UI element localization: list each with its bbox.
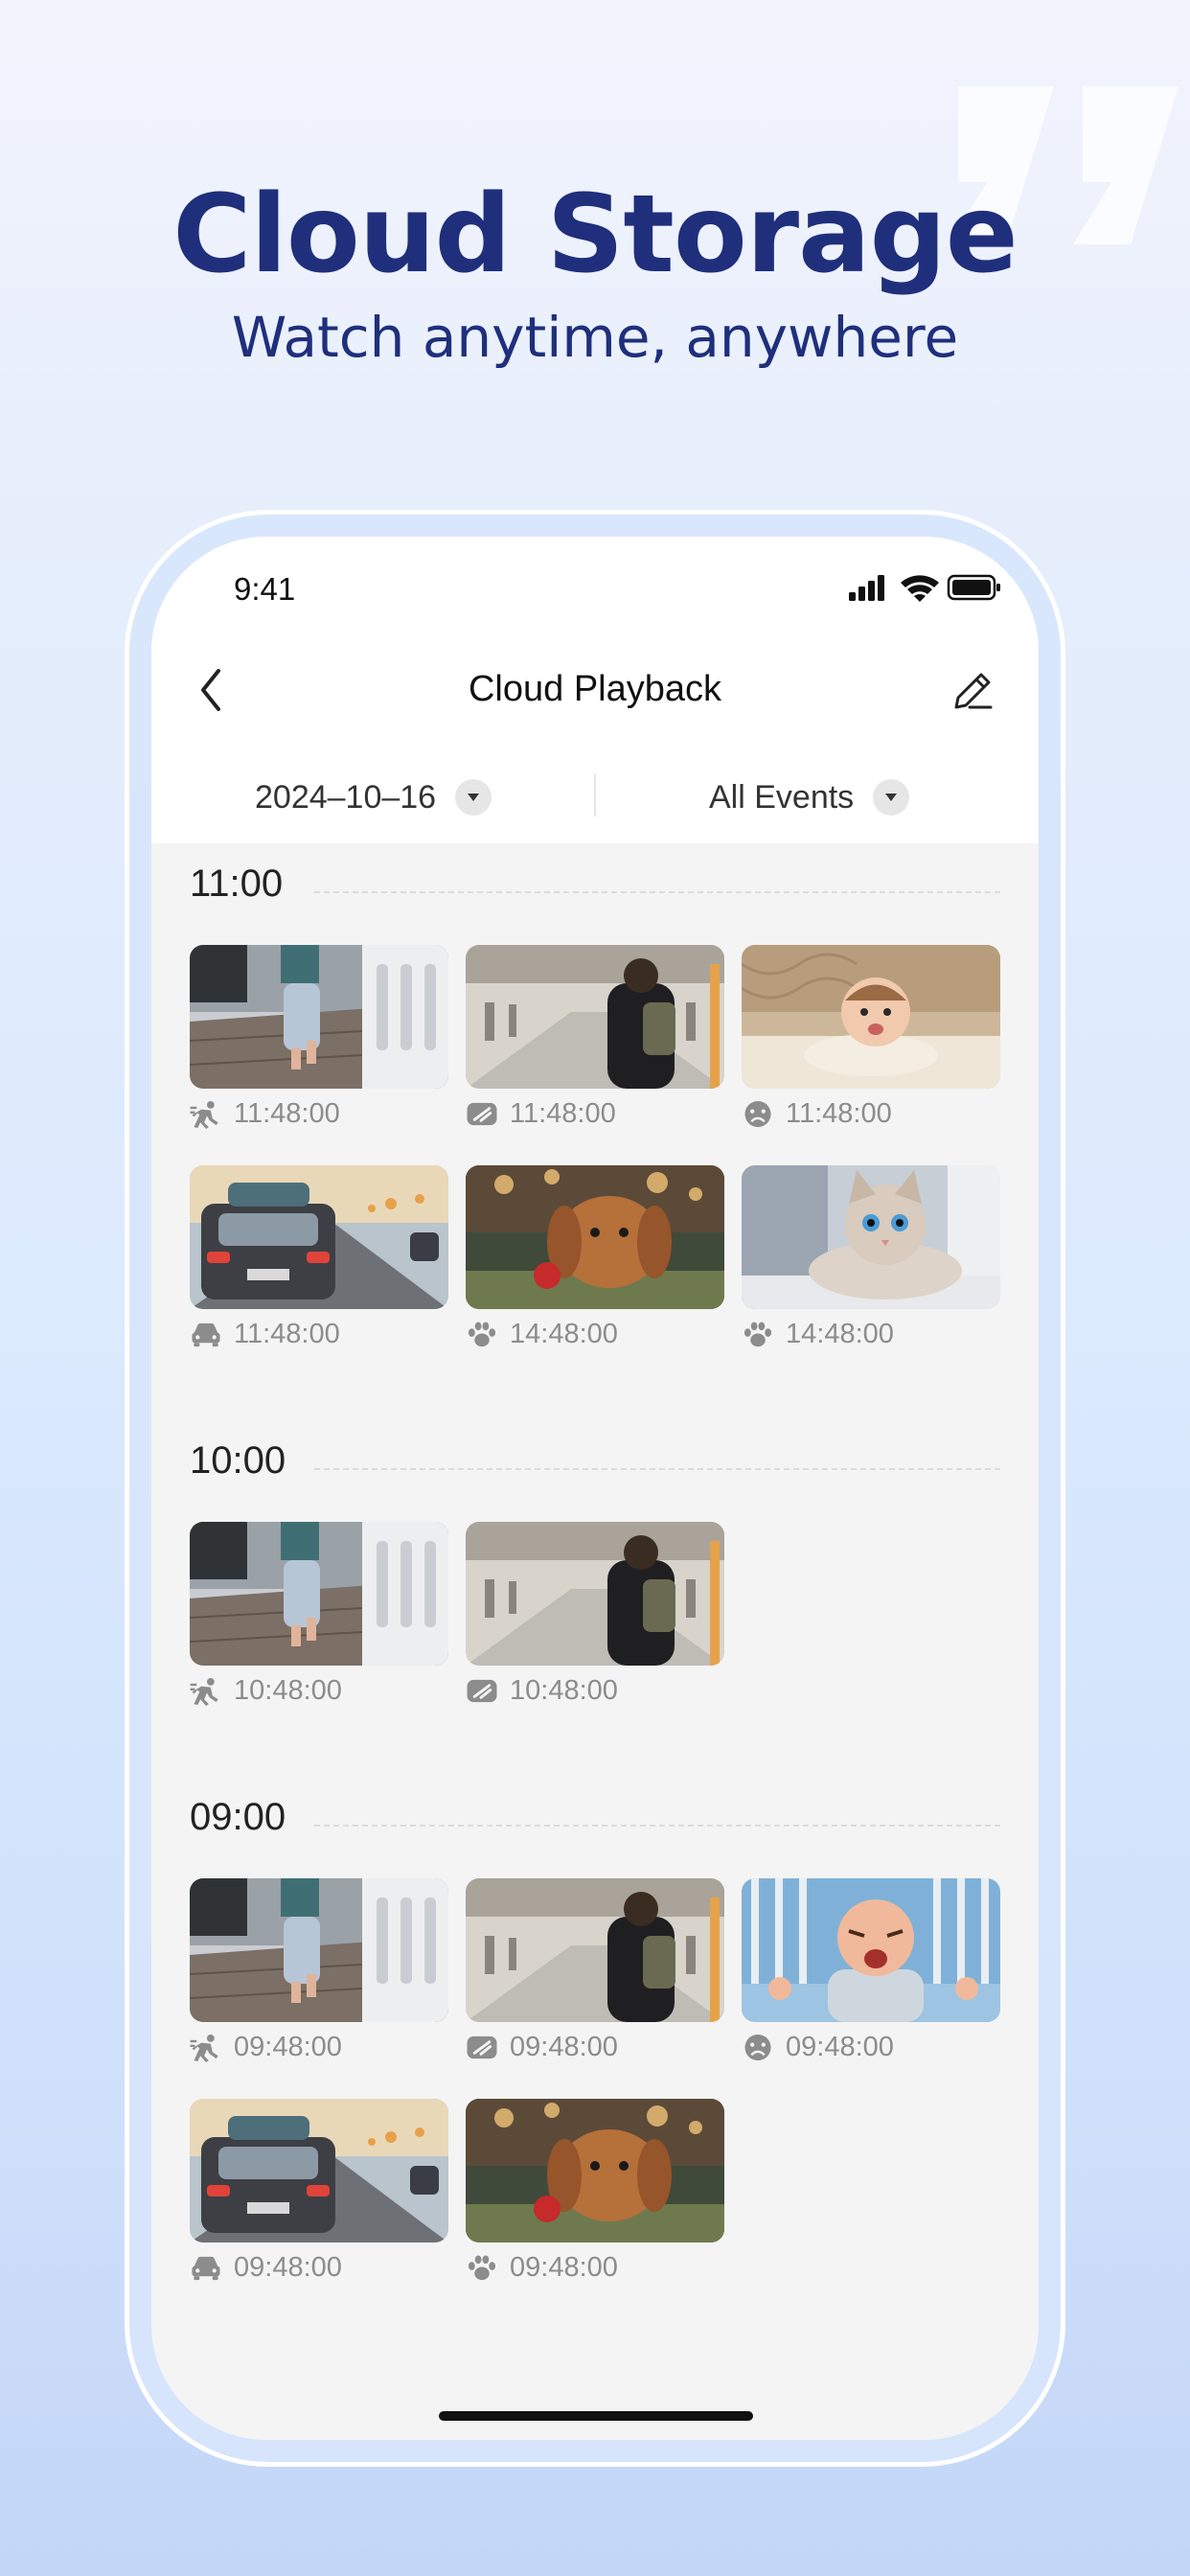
toddler-walking-image xyxy=(190,1878,448,2022)
pet-event-icon xyxy=(468,2254,496,2280)
clip-time: 10:48:00 xyxy=(510,1675,618,1706)
clip-thumbnail[interactable] xyxy=(466,1522,724,1666)
section-divider-line xyxy=(314,1825,1000,1827)
cat-lying-image xyxy=(742,1165,1000,1309)
motion-event-icon xyxy=(190,1100,218,1129)
battery-icon xyxy=(947,574,1000,601)
pet-event-icon xyxy=(468,1321,496,1346)
puppy-with-ball-image xyxy=(466,1165,724,1309)
traveler-airport-image xyxy=(466,945,724,1089)
motion-event-icon xyxy=(190,2034,218,2062)
clip-thumbnail[interactable] xyxy=(190,2099,448,2242)
clip-time: 14:48:00 xyxy=(510,1319,618,1349)
clip-thumbnail[interactable] xyxy=(190,1165,448,1309)
section-hour-title: 11:00 xyxy=(190,862,284,905)
clip-thumbnail[interactable] xyxy=(742,1165,1000,1309)
clip-time: 09:48:00 xyxy=(510,2252,618,2283)
clip-thumbnail[interactable] xyxy=(190,1878,448,2022)
person-event-icon xyxy=(467,2036,497,2058)
status-time: 9:41 xyxy=(234,571,296,607)
vehicle-event-icon xyxy=(192,1322,220,1346)
crying-event-icon xyxy=(744,2034,771,2060)
clip-meta: 11:48:00 xyxy=(466,1098,616,1130)
clip-meta: 09:48:00 xyxy=(742,2032,894,2063)
filter-divider xyxy=(594,774,596,816)
clip-meta: 09:48:00 xyxy=(190,2032,342,2063)
pet-event-icon xyxy=(744,1321,772,1346)
motion-event-icon xyxy=(190,1677,218,1706)
crying-event-icon xyxy=(744,1100,771,1127)
clip-time: 14:48:00 xyxy=(786,1319,894,1349)
clip-time: 11:48:00 xyxy=(234,1319,340,1349)
page-title: Cloud Playback xyxy=(468,669,722,709)
clip-meta: 14:48:00 xyxy=(742,1319,894,1350)
clip-thumbnail[interactable] xyxy=(466,1878,724,2022)
date-filter-label: 2024–10–16 xyxy=(255,778,437,816)
person-event-icon xyxy=(467,1679,497,1702)
clip-thumbnail[interactable] xyxy=(466,2099,724,2242)
clip-time: 11:48:00 xyxy=(234,1098,340,1129)
clip-thumbnail[interactable] xyxy=(466,945,724,1089)
clip-time: 09:48:00 xyxy=(510,2032,618,2062)
wifi-icon xyxy=(901,575,939,602)
car-on-road-image xyxy=(190,2099,448,2242)
clip-time: 09:48:00 xyxy=(786,2032,894,2062)
clip-thumbnail[interactable] xyxy=(742,945,1000,1089)
status-icons xyxy=(849,574,1000,602)
clip-time: 09:48:00 xyxy=(234,2032,342,2062)
event-filter-dropdown[interactable]: All Events xyxy=(709,769,910,826)
car-on-road-image xyxy=(190,1165,448,1309)
promo-subline: Watch anytime, anywhere xyxy=(231,305,959,370)
clip-thumbnail[interactable] xyxy=(190,1522,448,1666)
clip-thumbnail[interactable] xyxy=(190,945,448,1089)
toddler-walking-image xyxy=(190,1522,448,1666)
date-filter-dropdown[interactable]: 2024–10–16 xyxy=(255,769,492,826)
clip-meta: 11:48:00 xyxy=(190,1319,340,1350)
clip-meta: 14:48:00 xyxy=(466,1319,618,1350)
clip-thumbnail[interactable] xyxy=(742,1878,1000,2022)
section-hour-title: 09:00 xyxy=(190,1796,286,1838)
clip-meta: 10:48:00 xyxy=(466,1675,618,1707)
section-divider-line xyxy=(314,1468,1000,1470)
traveler-airport-image xyxy=(466,1522,724,1666)
promo-headline: Cloud Storage xyxy=(172,172,1018,297)
events-caret-down-icon xyxy=(873,779,910,816)
clip-time: 11:48:00 xyxy=(510,1098,616,1129)
clip-meta: 10:48:00 xyxy=(190,1675,342,1707)
edit-pencil-icon[interactable] xyxy=(947,663,1000,717)
section-divider-line xyxy=(314,891,1000,893)
home-indicator xyxy=(439,2411,753,2421)
clip-meta: 09:48:00 xyxy=(466,2252,618,2284)
person-event-icon xyxy=(467,1102,497,1125)
crying-baby-crib-image xyxy=(742,1878,1000,2022)
toddler-walking-image xyxy=(190,945,448,1089)
clip-meta: 11:48:00 xyxy=(742,1098,892,1130)
clip-meta: 09:48:00 xyxy=(466,2032,618,2063)
phone-screen: 9:41 Cloud Playback 2024–10–16 All Event… xyxy=(151,537,1039,2440)
signal-icon xyxy=(849,575,884,601)
date-caret-down-icon xyxy=(455,779,492,816)
clip-time: 10:48:00 xyxy=(234,1675,342,1706)
baby-on-rug-image xyxy=(742,945,1000,1089)
clip-meta: 09:48:00 xyxy=(190,2252,342,2284)
section-hour-title: 10:00 xyxy=(190,1439,286,1482)
vehicle-event-icon xyxy=(192,2256,220,2280)
clip-time: 09:48:00 xyxy=(234,2252,342,2283)
traveler-airport-image xyxy=(466,1878,724,2022)
event-filter-label: All Events xyxy=(709,778,855,816)
clip-thumbnail[interactable] xyxy=(466,1165,724,1309)
clip-time: 11:48:00 xyxy=(786,1098,892,1129)
puppy-with-ball-image xyxy=(466,2099,724,2242)
clip-meta: 11:48:00 xyxy=(190,1098,340,1130)
